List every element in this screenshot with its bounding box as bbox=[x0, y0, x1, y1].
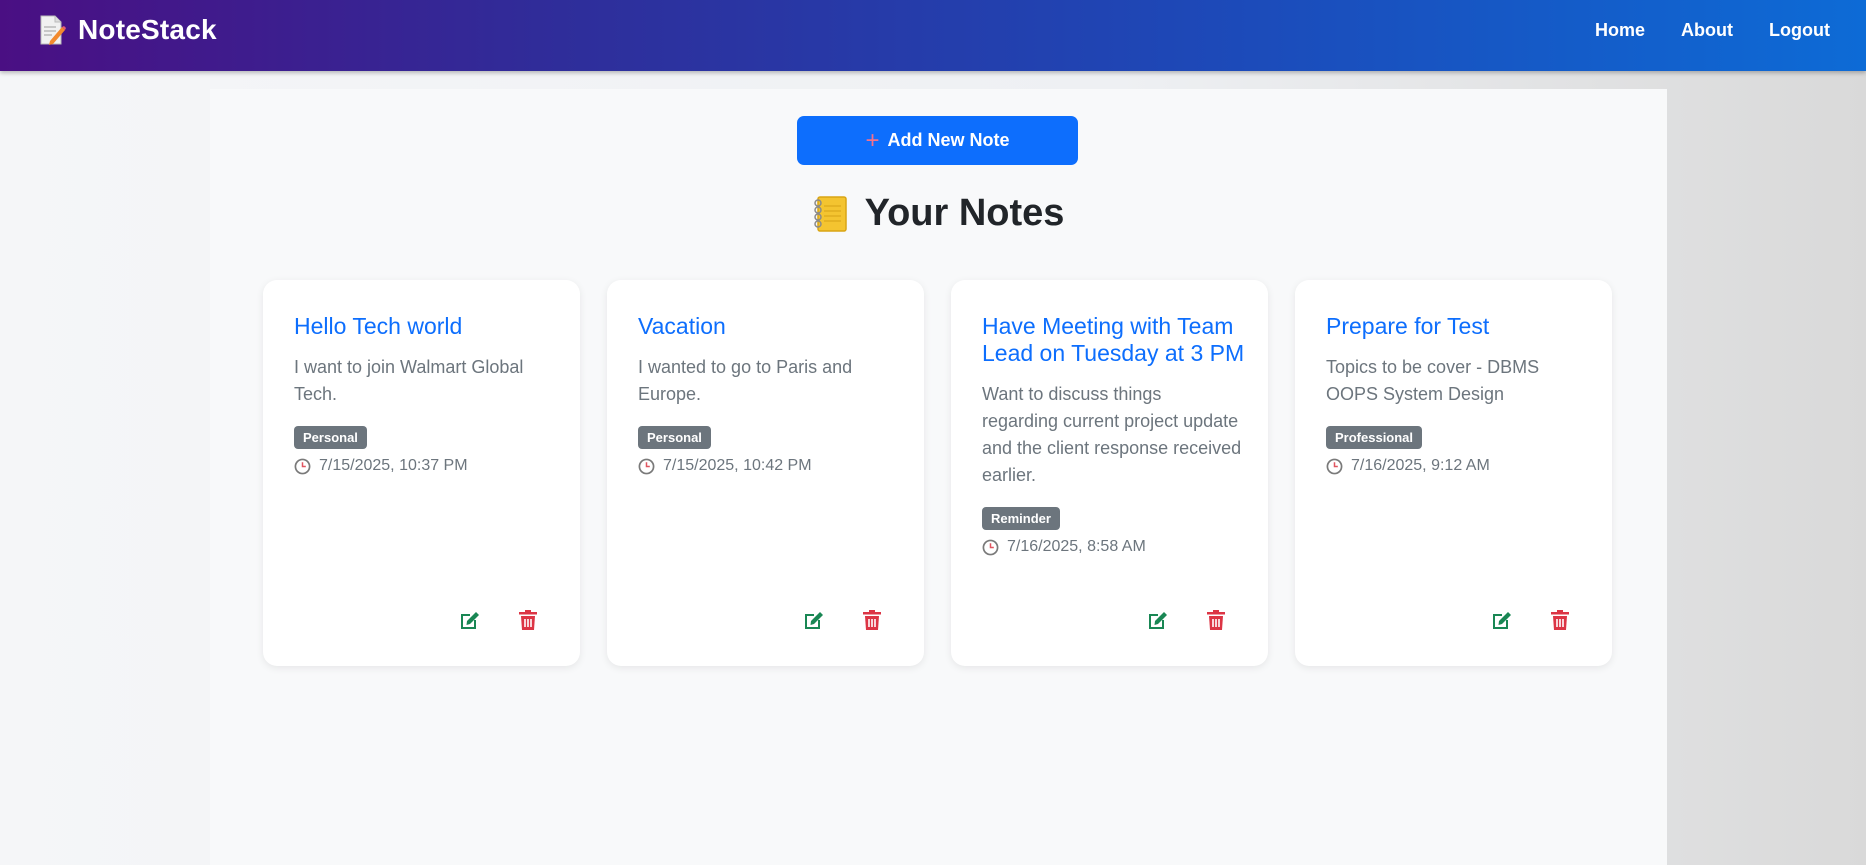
note-tag-badge: Personal bbox=[638, 426, 711, 449]
note-body: Topics to be cover - DBMS OOPS System De… bbox=[1326, 357, 1540, 404]
nav-links: Home About Logout bbox=[1559, 20, 1830, 41]
note-tag-badge: Personal bbox=[294, 426, 367, 449]
note-timestamp: 7/16/2025, 9:12 AM bbox=[1351, 457, 1490, 474]
note-card: Have Meeting with Team Lead on Tuesday a… bbox=[951, 280, 1268, 666]
notebook-icon bbox=[813, 195, 847, 232]
add-note-button[interactable]: + Add New Note bbox=[797, 116, 1078, 165]
delete-icon[interactable] bbox=[1204, 608, 1228, 632]
note-card: Vacation I wanted to go to Paris and Eur… bbox=[607, 280, 924, 666]
note-tag-badge: Professional bbox=[1326, 426, 1423, 449]
edit-icon[interactable] bbox=[802, 608, 826, 632]
main-container: + Add New Note Your Notes Hello Tech wor… bbox=[210, 89, 1667, 865]
brand-link[interactable]: NoteStack bbox=[38, 14, 217, 46]
delete-icon[interactable] bbox=[1548, 608, 1572, 632]
clock-icon bbox=[294, 458, 311, 474]
note-title: Vacation bbox=[638, 313, 726, 339]
note-timestamp: 7/15/2025, 10:42 PM bbox=[663, 457, 812, 474]
note-timestamp: 7/15/2025, 10:37 PM bbox=[319, 457, 468, 474]
delete-icon[interactable] bbox=[860, 608, 884, 632]
brand-name[interactable]: NoteStack bbox=[78, 14, 217, 46]
note-title: Prepare for Test bbox=[1326, 313, 1490, 339]
edit-icon[interactable] bbox=[1146, 608, 1170, 632]
nav-home-link[interactable]: Home bbox=[1595, 20, 1645, 41]
edit-icon[interactable] bbox=[458, 608, 482, 632]
nav-about-link[interactable]: About bbox=[1681, 20, 1733, 41]
edit-icon[interactable] bbox=[1490, 608, 1514, 632]
note-title: Have Meeting with Team Lead on Tuesday a… bbox=[982, 313, 1245, 366]
notepad-pencil-icon bbox=[40, 15, 66, 45]
note-body: I want to join Walmart Global Tech. bbox=[294, 357, 524, 404]
clock-icon bbox=[638, 458, 655, 474]
page-title-text: Your Notes bbox=[864, 192, 1065, 234]
note-tag-badge: Reminder bbox=[982, 507, 1060, 530]
note-card: Prepare for Test Topics to be cover - DB… bbox=[1295, 280, 1612, 666]
nav-logout-link[interactable]: Logout bbox=[1769, 20, 1830, 41]
note-card: Hello Tech world I want to join Walmart … bbox=[263, 280, 580, 666]
note-timestamp: 7/16/2025, 8:58 AM bbox=[1007, 538, 1146, 555]
clock-icon bbox=[982, 539, 999, 555]
clock-icon bbox=[1326, 458, 1343, 474]
note-body: Want to discuss things regarding current… bbox=[982, 384, 1242, 485]
add-note-label: Add New Note bbox=[887, 130, 1010, 150]
plus-icon: + bbox=[865, 126, 880, 154]
page-title: Your Notes bbox=[210, 192, 1667, 235]
navbar: NoteStack Home About Logout bbox=[0, 0, 1866, 71]
note-title: Hello Tech world bbox=[294, 313, 463, 339]
delete-icon[interactable] bbox=[516, 608, 540, 632]
note-body: I wanted to go to Paris and Europe. bbox=[638, 357, 853, 404]
